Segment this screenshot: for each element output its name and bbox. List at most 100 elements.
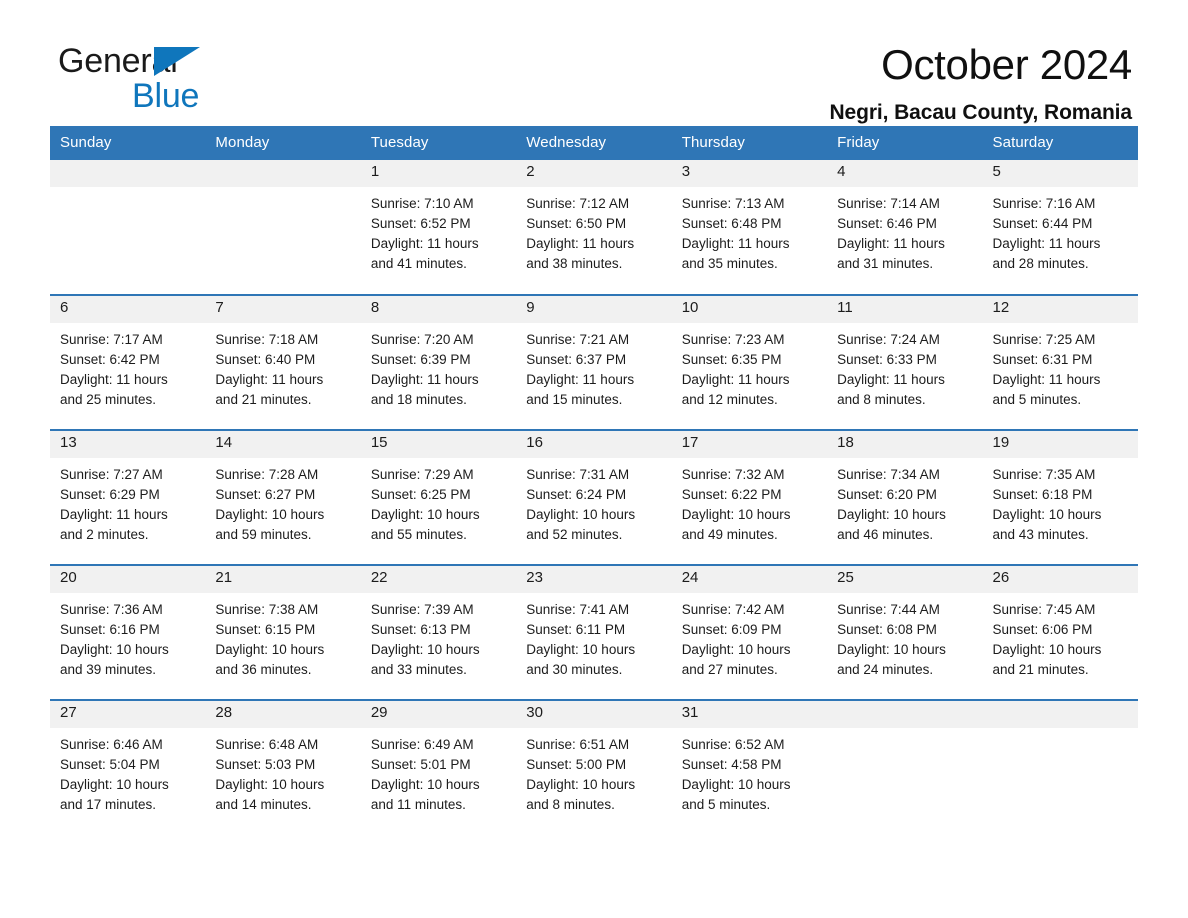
sunset-time: Sunset: 6:31 PM: [992, 352, 1093, 367]
sunset-time: Sunset: 4:58 PM: [681, 757, 782, 772]
daylight-duration-line1: Daylight: 11 hours: [370, 236, 479, 251]
calendar-day-cell[interactable]: 14 Sunrise: 7:28 AM Sunset: 6:27 PM Dayligh…: [205, 429, 361, 565]
logo-text-general: General: [58, 42, 178, 80]
calendar-day-cell[interactable]: 4 Sunrise: 7:14 AM Sunset: 6:46 PM Daylight…: [827, 160, 983, 295]
day-details: Sunrise: 7:34 AM Sunset: 6:20 PM Daylight:…: [827, 458, 982, 545]
calendar-day-cell[interactable]: 10 Sunrise: 7:23 AM Sunset: 6:35 PM Dayligh…: [671, 294, 828, 430]
day-number: 5: [982, 160, 1138, 187]
daylight-duration-line2: and 8 minutes.: [526, 797, 615, 812]
calendar-body: 1 Sunrise: 7:10 AM Sunset: 6:52 PM Daylight…: [50, 160, 1138, 835]
sunrise-time: Sunrise: 7:14 AM: [837, 196, 940, 211]
daylight-duration-line1: Daylight: 10 hours: [837, 507, 946, 522]
daylight-duration-line1: Daylight: 10 hours: [370, 642, 480, 657]
sunrise-time: Sunrise: 7:39 AM: [370, 602, 474, 617]
calendar-week-row: 20 Sunrise: 7:36 AM Sunset: 6:16 PM Dayligh…: [50, 564, 1138, 700]
calendar-day-cell[interactable]: 17 Sunrise: 7:32 AM Sunset: 6:22 PM Dayligh…: [671, 429, 828, 565]
sunrise-time: Sunrise: 7:42 AM: [681, 602, 785, 617]
calendar-day-cell[interactable]: 19 Sunrise: 7:35 AM Sunset: 6:18 PM Dayligh…: [982, 429, 1138, 565]
daylight-duration-line2: and 39 minutes.: [60, 662, 157, 677]
calendar-day-cell[interactable]: 2 Sunrise: 7:12 AM Sunset: 6:50 PM Daylight…: [516, 160, 672, 295]
sunrise-time: Sunrise: 6:46 AM: [60, 737, 163, 752]
day-number: [827, 701, 983, 728]
calendar-day-cell[interactable]: 28 Sunrise: 6:48 AM Sunset: 5:03 PM Dayligh…: [205, 699, 361, 835]
calendar-day-cell[interactable]: 27 Sunrise: 6:46 AM Sunset: 5:04 PM Dayligh…: [50, 699, 206, 835]
day-details: Sunrise: 7:16 AM Sunset: 6:44 PM Daylight:…: [983, 187, 1138, 274]
day-details: Sunrise: 6:48 AM Sunset: 5:03 PM Daylight:…: [205, 728, 360, 815]
calendar-day-cell[interactable]: 3 Sunrise: 7:13 AM Sunset: 6:48 PM Daylight…: [671, 160, 828, 295]
sunrise-time: Sunrise: 7:12 AM: [526, 196, 630, 211]
daylight-duration-line1: Daylight: 10 hours: [681, 507, 791, 522]
day-details: Sunrise: 7:17 AM Sunset: 6:42 PM Daylight:…: [50, 323, 205, 410]
day-number: 13: [50, 431, 206, 458]
daylight-duration-line2: and 52 minutes.: [526, 527, 623, 542]
day-details: Sunrise: 7:38 AM Sunset: 6:15 PM Daylight:…: [205, 593, 360, 680]
calendar-day-cell[interactable]: 13 Sunrise: 7:27 AM Sunset: 6:29 PM Dayligh…: [50, 429, 206, 565]
day-details: Sunrise: 7:10 AM Sunset: 6:52 PM Daylight:…: [361, 187, 516, 274]
day-number: 25: [827, 566, 983, 593]
day-details: Sunrise: 7:28 AM Sunset: 6:27 PM Daylight:…: [205, 458, 360, 545]
daylight-duration-line1: Daylight: 11 hours: [681, 236, 790, 251]
sunset-time: Sunset: 6:37 PM: [526, 352, 627, 367]
sunset-time: Sunset: 6:33 PM: [837, 352, 937, 367]
daylight-duration-line2: and 27 minutes.: [681, 662, 778, 677]
calendar-day-cell[interactable]: 5 Sunrise: 7:16 AM Sunset: 6:44 PM Daylight…: [982, 160, 1138, 295]
calendar-day-cell[interactable]: 29 Sunrise: 6:49 AM Sunset: 5:01 PM Dayligh…: [360, 699, 517, 835]
day-number: 7: [205, 296, 361, 323]
calendar-day-cell[interactable]: 9 Sunrise: 7:21 AM Sunset: 6:37 PM Daylight…: [516, 294, 672, 430]
daylight-duration-line2: and 14 minutes.: [215, 797, 312, 812]
calendar-day-cell[interactable]: 16 Sunrise: 7:31 AM Sunset: 6:24 PM Dayligh…: [516, 429, 672, 565]
daylight-duration-line1: Daylight: 10 hours: [215, 777, 325, 792]
weekday-header-monday: Monday: [205, 126, 361, 160]
calendar-day-cell[interactable]: 20 Sunrise: 7:36 AM Sunset: 6:16 PM Dayligh…: [50, 564, 206, 700]
sunset-time: Sunset: 6:29 PM: [60, 487, 160, 502]
calendar-cell-empty: [50, 160, 206, 295]
daylight-duration-line1: Daylight: 11 hours: [60, 507, 168, 522]
day-number: 10: [671, 296, 828, 323]
day-number: 30: [516, 701, 672, 728]
day-details: Sunrise: 7:35 AM Sunset: 6:18 PM Daylight:…: [983, 458, 1138, 545]
calendar-day-cell[interactable]: 15 Sunrise: 7:29 AM Sunset: 6:25 PM Dayligh…: [360, 429, 517, 565]
calendar-day-cell[interactable]: 18 Sunrise: 7:34 AM Sunset: 6:20 PM Dayligh…: [827, 429, 983, 565]
day-number: 23: [516, 566, 672, 593]
daylight-duration-line2: and 24 minutes.: [837, 662, 934, 677]
daylight-duration-line1: Daylight: 10 hours: [370, 507, 480, 522]
calendar-day-cell[interactable]: 21 Sunrise: 7:38 AM Sunset: 6:15 PM Dayligh…: [205, 564, 361, 700]
sunrise-time: Sunrise: 6:49 AM: [370, 737, 474, 752]
daylight-duration-line2: and 36 minutes.: [215, 662, 312, 677]
calendar-day-cell[interactable]: 25 Sunrise: 7:44 AM Sunset: 6:08 PM Dayligh…: [827, 564, 983, 700]
calendar-day-cell[interactable]: 12 Sunrise: 7:25 AM Sunset: 6:31 PM Dayligh…: [982, 294, 1138, 430]
daylight-duration-line1: Daylight: 11 hours: [526, 236, 635, 251]
calendar-day-cell[interactable]: 22 Sunrise: 7:39 AM Sunset: 6:13 PM Dayligh…: [360, 564, 517, 700]
day-details: Sunrise: 6:52 AM Sunset: 4:58 PM Daylight:…: [672, 728, 827, 815]
calendar-day-cell[interactable]: 31 Sunrise: 6:52 AM Sunset: 4:58 PM Dayligh…: [671, 699, 828, 835]
calendar-day-cell[interactable]: 23 Sunrise: 7:41 AM Sunset: 6:11 PM Dayligh…: [516, 564, 672, 700]
daylight-duration-line1: Daylight: 10 hours: [60, 777, 169, 792]
daylight-duration-line1: Daylight: 10 hours: [837, 642, 946, 657]
calendar-day-cell[interactable]: 1 Sunrise: 7:10 AM Sunset: 6:52 PM Daylight…: [360, 160, 517, 295]
calendar-day-cell[interactable]: 26 Sunrise: 7:45 AM Sunset: 6:06 PM Dayligh…: [982, 564, 1138, 700]
day-details: Sunrise: 7:14 AM Sunset: 6:46 PM Daylight:…: [827, 187, 982, 274]
daylight-duration-line1: Daylight: 11 hours: [992, 236, 1101, 251]
daylight-duration-line1: Daylight: 10 hours: [215, 642, 325, 657]
day-details: Sunrise: 7:25 AM Sunset: 6:31 PM Daylight:…: [983, 323, 1138, 410]
sunset-time: Sunset: 6:18 PM: [992, 487, 1093, 502]
daylight-duration-line1: Daylight: 11 hours: [837, 236, 945, 251]
daylight-duration-line1: Daylight: 11 hours: [370, 372, 479, 387]
day-details: Sunrise: 7:29 AM Sunset: 6:25 PM Daylight:…: [361, 458, 516, 545]
day-number: [205, 160, 361, 187]
daylight-duration-line2: and 21 minutes.: [215, 392, 312, 407]
day-details: Sunrise: 7:32 AM Sunset: 6:22 PM Daylight:…: [672, 458, 827, 545]
daylight-duration-line1: Daylight: 10 hours: [215, 507, 325, 522]
weekday-header-tuesday: Tuesday: [360, 126, 517, 160]
sunset-time: Sunset: 5:01 PM: [370, 757, 471, 772]
daylight-duration-line1: Daylight: 11 hours: [60, 372, 168, 387]
calendar-day-cell[interactable]: 8 Sunrise: 7:20 AM Sunset: 6:39 PM Daylight…: [360, 294, 517, 430]
calendar-day-cell[interactable]: 30 Sunrise: 6:51 AM Sunset: 5:00 PM Dayligh…: [516, 699, 672, 835]
calendar-day-cell[interactable]: 7 Sunrise: 7:18 AM Sunset: 6:40 PM Daylight…: [205, 294, 361, 430]
day-details: Sunrise: 7:45 AM Sunset: 6:06 PM Daylight:…: [983, 593, 1138, 680]
calendar-day-cell[interactable]: 11 Sunrise: 7:24 AM Sunset: 6:33 PM Dayligh…: [827, 294, 983, 430]
calendar-day-cell[interactable]: 6 Sunrise: 7:17 AM Sunset: 6:42 PM Daylight…: [50, 294, 206, 430]
calendar-day-cell[interactable]: 24 Sunrise: 7:42 AM Sunset: 6:09 PM Dayligh…: [671, 564, 828, 700]
sunrise-time: Sunrise: 7:31 AM: [526, 467, 630, 482]
day-details: Sunrise: 7:20 AM Sunset: 6:39 PM Daylight:…: [361, 323, 516, 410]
